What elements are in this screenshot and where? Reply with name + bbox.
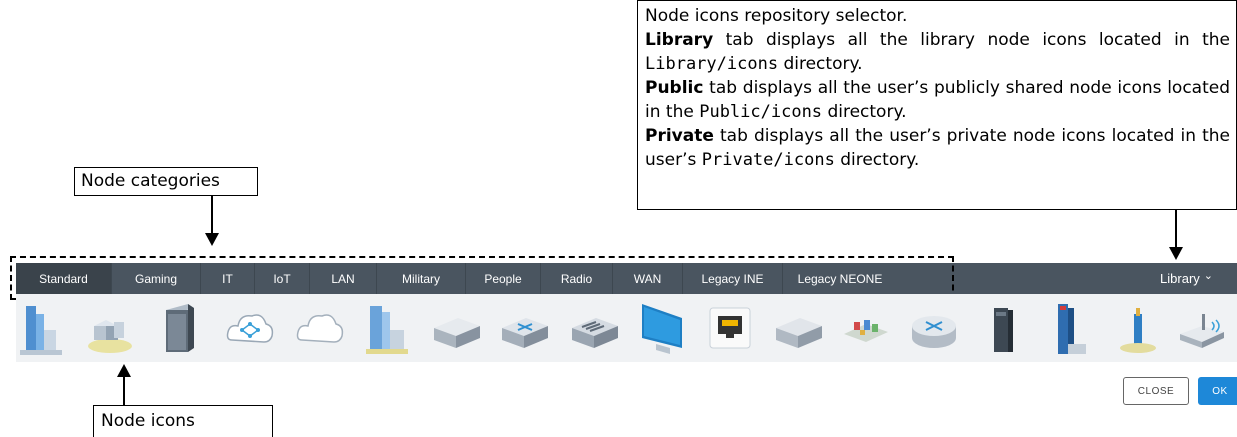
callout-library-paragraph: Library tab displays all the library nod…	[645, 30, 1230, 74]
tab-legacy-ine[interactable]: Legacy INE	[683, 263, 783, 294]
tab-standard[interactable]: Standard	[16, 263, 112, 294]
appliance-box-icon[interactable]	[430, 300, 482, 358]
campus-buildings-icon[interactable]	[84, 300, 136, 358]
tab-it[interactable]: IT	[201, 263, 255, 294]
tab-gaming[interactable]: Gaming	[112, 263, 201, 294]
server-cabinet-icon[interactable]	[154, 300, 206, 358]
tower-server-icon[interactable]	[976, 300, 1028, 358]
round-router-icon[interactable]	[908, 300, 960, 358]
node-category-toolbar: Standard Gaming IT IoT LAN Military Peop…	[16, 263, 1237, 294]
chevron-down-icon: ⌄	[1203, 270, 1213, 282]
node-categories-callout: Node categories	[74, 167, 258, 196]
tab-legacy-neone[interactable]: Legacy NEONE	[783, 263, 897, 294]
tab-lan[interactable]: LAN	[310, 263, 377, 294]
cloud-icon[interactable]	[294, 300, 346, 358]
icons-arrow-line	[123, 376, 125, 406]
categories-arrow-line	[211, 196, 213, 233]
monitor-icon[interactable]	[636, 300, 688, 358]
repository-selector-dropdown[interactable]: Library ⌄	[1160, 263, 1237, 294]
office-buildings-icon[interactable]	[362, 300, 414, 358]
cell-tower-icon[interactable]	[1112, 300, 1164, 358]
skyscraper-icon[interactable]	[1044, 300, 1096, 358]
repo-arrow-head	[1169, 247, 1183, 260]
ethernet-port-icon[interactable]	[704, 300, 756, 358]
smart-city-icon[interactable]	[840, 300, 892, 358]
grey-box-icon[interactable]	[772, 300, 824, 358]
city-towers-icon[interactable]	[16, 300, 68, 358]
tab-wan[interactable]: WAN	[613, 263, 683, 294]
tab-military[interactable]: Military	[377, 263, 466, 294]
tab-people[interactable]: People	[466, 263, 541, 294]
callout-public-paragraph: Public tab displays all the user’s publi…	[645, 78, 1230, 122]
ok-button[interactable]: OK	[1198, 377, 1237, 405]
node-icons-callout: Node icons	[93, 405, 273, 437]
repo-arrow-line	[1175, 210, 1177, 248]
switch-box-icon[interactable]	[568, 300, 620, 358]
callout-private-paragraph: Private tab displays all the user’s priv…	[645, 126, 1230, 170]
cloud-network-icon[interactable]	[224, 300, 276, 358]
router-box-icon[interactable]	[498, 300, 550, 358]
wireless-router-icon[interactable]	[1176, 300, 1228, 358]
categories-arrow-head	[205, 233, 219, 246]
repository-selector-callout: Node icons repository selector. Library …	[637, 0, 1237, 210]
tab-radio[interactable]: Radio	[541, 263, 613, 294]
callout-line: Node icons repository selector.	[645, 6, 908, 26]
node-icon-strip	[16, 294, 1237, 362]
repository-selector-label: Library	[1160, 271, 1200, 286]
close-button[interactable]: CLOSE	[1123, 377, 1189, 405]
tab-iot[interactable]: IoT	[255, 263, 310, 294]
